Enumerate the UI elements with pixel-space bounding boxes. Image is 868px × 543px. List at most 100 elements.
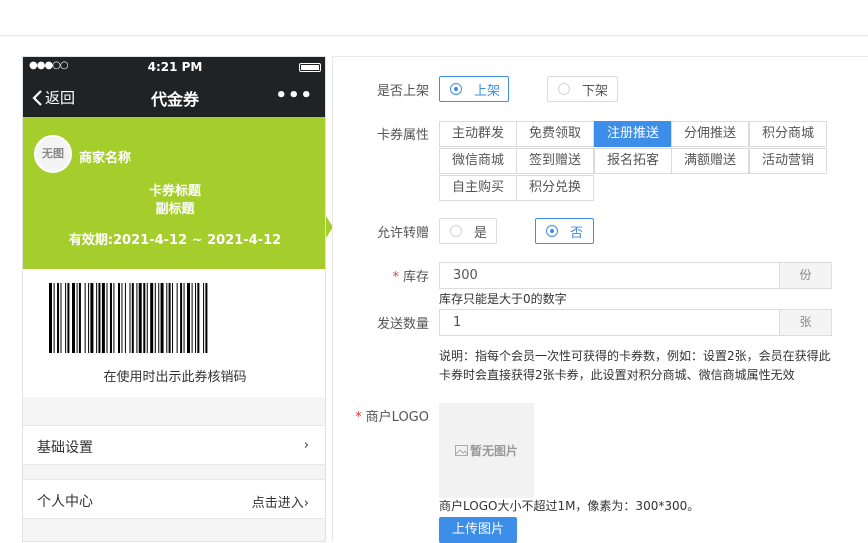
barcode-bar — [53, 283, 55, 353]
barcode-bar — [124, 283, 126, 353]
merchant-logo-label: * 商户LOGO — [355, 410, 429, 425]
attr-option[interactable]: 微信商城 — [439, 148, 517, 174]
barcode-bar — [101, 283, 105, 353]
send-count-input-group: 张 — [439, 309, 832, 336]
barcode-caption: 在使用时出示此券核销码 — [103, 370, 247, 385]
send-count-note-line1: 说明：指每个会员一次性可获得的卡券数，例如：设置2张，会员在获得此 — [439, 349, 831, 363]
barcode-bar — [57, 283, 60, 353]
attr-option[interactable]: 自主购买 — [439, 175, 517, 201]
barcode-bar — [72, 283, 75, 353]
radio-listing-off[interactable]: 下架 — [547, 76, 618, 102]
radio-dot-icon — [450, 83, 462, 95]
barcode-bar — [143, 283, 146, 353]
stock-label: * 库存 — [392, 270, 429, 285]
radio-dot-icon — [546, 225, 558, 237]
barcode-bar — [191, 283, 193, 353]
barcode-bar — [90, 283, 94, 353]
barcode-bar — [154, 283, 156, 353]
attr-option[interactable]: 分佣推送 — [671, 121, 749, 147]
barcode-image — [49, 283, 208, 353]
barcode-bar — [146, 283, 148, 353]
attr-option-selected[interactable]: 注册推送 — [594, 121, 672, 147]
barcode-bar — [166, 283, 168, 353]
barcode-bar — [150, 283, 154, 353]
attr-option[interactable]: 满额赠送 — [671, 148, 749, 174]
menu-basic-settings[interactable]: 基础设置 › — [23, 425, 325, 465]
card-title: 卡券标题 — [148, 184, 201, 199]
coupon-settings-form: 是否上架 上架 下架 卡券属性 主动群发 免费领取 注册推送 分佣推送 积分商城… — [332, 56, 868, 543]
radio-label: 否 — [570, 225, 584, 241]
barcode-bar — [78, 283, 81, 353]
send-count-input[interactable] — [440, 310, 780, 335]
radio-transfer-yes[interactable]: 是 — [439, 218, 497, 244]
upload-image-button[interactable]: 上传图片 — [439, 517, 517, 543]
radio-transfer-no[interactable]: 否 — [535, 218, 594, 244]
required-mark: * — [355, 410, 362, 425]
barcode-bar — [49, 283, 52, 353]
send-count-unit: 张 — [779, 310, 831, 335]
attr-option[interactable]: 积分兑换 — [516, 175, 594, 201]
radio-dot-icon — [450, 225, 462, 237]
attr-option[interactable]: 报名拓客 — [594, 148, 672, 174]
battery-icon — [299, 63, 321, 72]
send-count-label: 发送数量 — [376, 317, 429, 332]
barcode-bar — [96, 283, 98, 353]
barcode-bar — [205, 283, 208, 353]
barcode-bar — [138, 283, 142, 353]
barcode-bar — [160, 283, 164, 353]
barcode-bar — [65, 283, 67, 353]
radio-label: 下架 — [582, 83, 609, 99]
menu-personal-center[interactable]: 个人中心 点击进入› — [23, 479, 325, 519]
no-image-text: 无图 — [42, 147, 64, 160]
transfer-label: 允许转赠 — [376, 226, 429, 241]
status-bar: ●●●○○ 4:21 PM — [23, 57, 325, 77]
barcode-bar — [76, 283, 78, 353]
radio-listing-on[interactable]: 上架 — [439, 76, 509, 102]
attr-option[interactable]: 主动群发 — [439, 121, 517, 147]
attr-option[interactable]: 签到赠送 — [516, 148, 594, 174]
barcode-bar — [158, 283, 160, 353]
listing-label: 是否上架 — [376, 84, 429, 99]
chevron-right-icon: › — [303, 438, 309, 453]
logo-hint: 商户LOGO大小不超过1M，像素为：300*300。 — [439, 499, 700, 513]
attr-option[interactable]: 免费领取 — [516, 121, 594, 147]
barcode-bar — [121, 283, 123, 353]
barcode-bar — [203, 283, 205, 353]
barcode-bar — [168, 283, 171, 353]
logo-placeholder-text: 暂无图片 — [469, 444, 518, 458]
coupon-card: 无图 商家名称 卡券标题 副标题 有效期:2021-4-12 ~ 2021-4-… — [23, 117, 325, 269]
phone-preview: ●●●○○ 4:21 PM 返回 代金券 ••• 无图 商家名称 卡券标题 副标… — [22, 56, 326, 542]
more-icon[interactable]: ••• — [275, 85, 313, 106]
attributes-label: 卡券属性 — [376, 128, 429, 143]
barcode-bar — [197, 283, 200, 353]
barcode-bar — [98, 283, 101, 353]
barcode-bar — [183, 283, 185, 353]
radio-label: 上架 — [474, 83, 501, 99]
barcode-bar — [195, 283, 197, 353]
required-mark: * — [392, 270, 399, 285]
stock-input-group: 份 — [439, 262, 832, 289]
nav-bar: 返回 代金券 ••• — [23, 77, 325, 117]
stock-hint: 库存只能是大于0的数字 — [439, 292, 567, 306]
barcode-bar — [176, 283, 178, 353]
barcode-bar — [84, 283, 86, 353]
barcode-bar — [180, 283, 183, 353]
barcode-bar — [60, 283, 62, 353]
stock-unit: 份 — [779, 263, 831, 288]
barcode-bar — [136, 283, 138, 353]
radio-label: 是 — [474, 225, 488, 241]
radio-dot-icon — [558, 83, 570, 95]
barcode-bar — [113, 283, 115, 353]
menu-label: 个人中心 — [37, 494, 93, 510]
card-subtitle: 副标题 — [155, 202, 195, 217]
stock-input[interactable] — [440, 263, 780, 288]
card-validity: 有效期:2021-4-12 ~ 2021-4-12 — [68, 233, 282, 248]
header-divider — [0, 35, 868, 36]
barcode-bar — [109, 283, 112, 353]
merchant-name: 商家名称 — [79, 151, 132, 166]
attr-option[interactable]: 积分商城 — [749, 121, 827, 147]
logo-preview: 暂无图片 — [439, 403, 534, 498]
barcode-bar — [118, 283, 120, 353]
attr-option[interactable]: 活动营销 — [749, 148, 827, 174]
barcode-bar — [106, 283, 108, 353]
